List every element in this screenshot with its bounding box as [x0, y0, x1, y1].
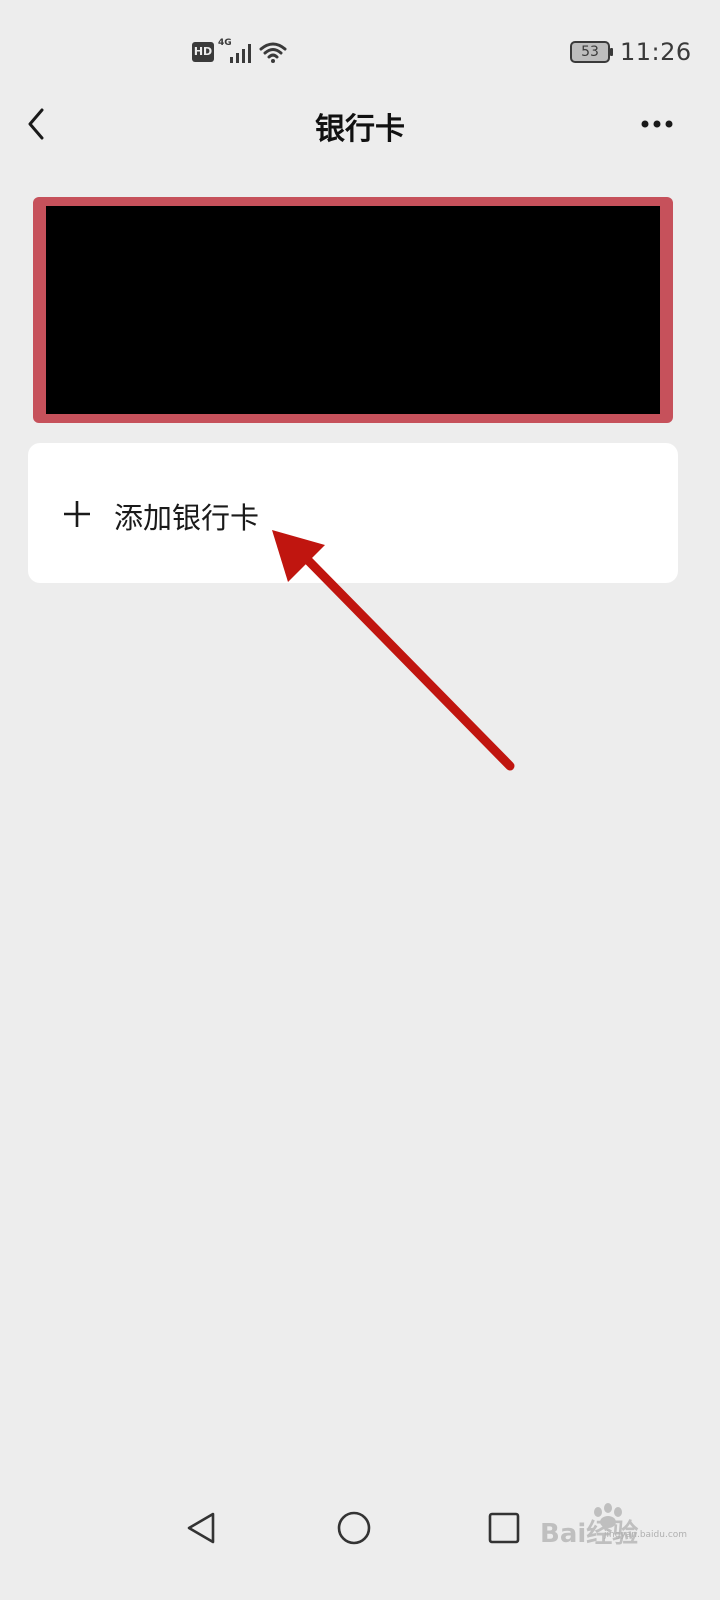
- ellipsis-icon: [641, 120, 673, 128]
- system-home-button[interactable]: [334, 1508, 374, 1548]
- status-time: 11:26: [620, 38, 692, 66]
- system-back-button[interactable]: [183, 1508, 223, 1548]
- square-recents-icon: [488, 1512, 520, 1544]
- watermark-subtext: jingyan.baidu.com: [604, 1530, 688, 1540]
- more-options-button[interactable]: [630, 104, 684, 144]
- add-bank-card-label: 添加银行卡: [114, 501, 260, 535]
- bank-card-redacted-area: [46, 206, 660, 414]
- wifi-icon: [259, 42, 287, 63]
- plus-icon: [64, 501, 90, 527]
- circle-home-icon: [337, 1511, 371, 1545]
- signal-icon: [230, 44, 251, 63]
- bank-card[interactable]: [33, 197, 673, 423]
- status-bar: HD 4G 53 11:26: [0, 0, 720, 100]
- triangle-back-icon: [187, 1512, 215, 1544]
- page-title: 银行卡: [315, 112, 405, 147]
- system-recents-button[interactable]: [484, 1508, 524, 1548]
- hd-voice-badge: HD: [192, 42, 214, 62]
- add-bank-card-button[interactable]: 添加银行卡: [28, 443, 678, 583]
- battery-level: 53: [581, 44, 599, 60]
